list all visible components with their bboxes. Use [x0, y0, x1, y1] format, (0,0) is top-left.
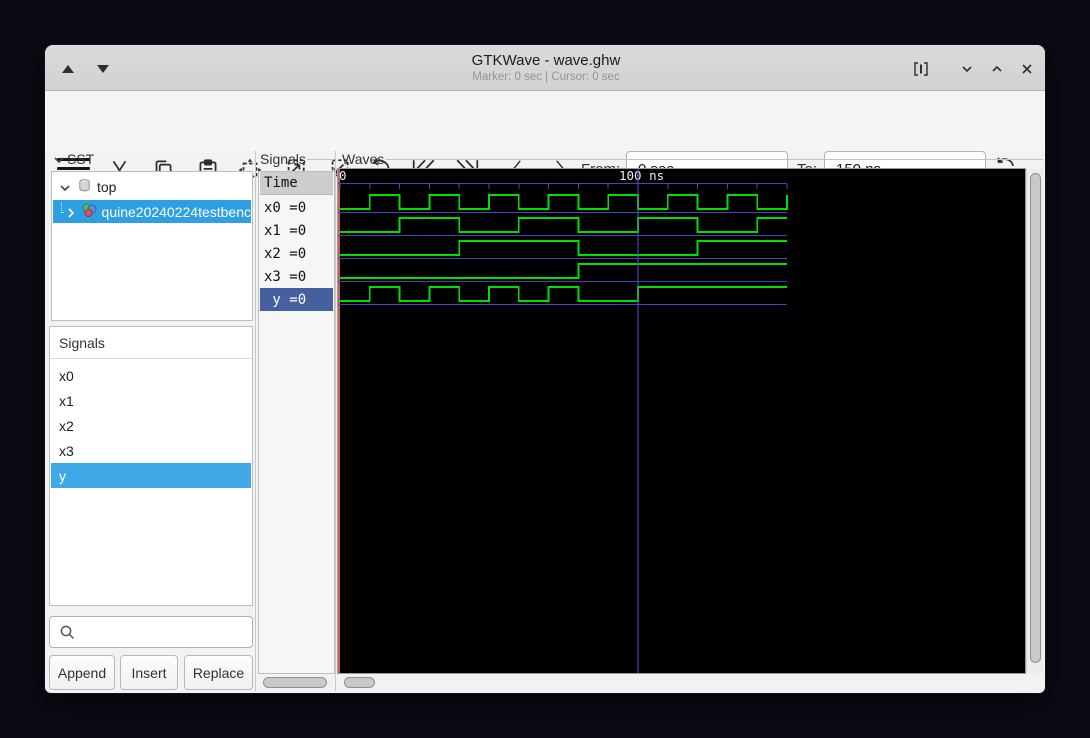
search-icon — [59, 624, 76, 646]
name-row-x2[interactable]: x2 =0 — [260, 242, 333, 265]
list-item-y-selected[interactable]: y — [51, 463, 251, 488]
insert-button[interactable]: Insert — [120, 655, 178, 690]
module-icon — [81, 202, 97, 221]
fit-icon[interactable] — [911, 59, 931, 79]
expander-closed-icon[interactable] — [65, 206, 77, 218]
list-item-x0[interactable]: x0 — [51, 363, 251, 388]
sst-label: SST — [67, 151, 95, 167]
ruler-label: 100 ns — [619, 169, 664, 183]
tree-row-top[interactable]: top — [53, 175, 251, 199]
time-column-header[interactable]: Time — [260, 172, 333, 195]
signals-facs-header: Signals — [50, 327, 252, 359]
wave-x0 — [340, 194, 788, 210]
wave-canvas[interactable]: 0 100 ns — [337, 168, 1026, 674]
wave-y — [340, 286, 787, 302]
signals-facs-panel: Signals x0 x1 x2 x3 y — [49, 326, 253, 606]
maximize-icon[interactable] — [987, 59, 1007, 79]
signal-search-field[interactable] — [49, 616, 253, 648]
minimize-icon[interactable] — [957, 59, 977, 79]
name-row-x0[interactable]: x0 =0 — [260, 196, 333, 219]
wave-x3 — [340, 263, 787, 279]
replace-button[interactable]: Replace — [184, 655, 253, 690]
titlebar: GTKWave - wave.ghw Marker: 0 sec | Curso… — [45, 45, 1045, 91]
window-title: GTKWave - wave.ghw — [471, 52, 621, 69]
toolbar: From: To: — [45, 92, 1045, 188]
sst-tree: top quine20240224testbenc — [51, 171, 253, 321]
collapse-chevron-icon — [53, 153, 65, 165]
tree-guide-line — [61, 202, 63, 213]
wave-x1 — [340, 217, 787, 233]
tree-row-selected[interactable]: quine20240224testbenc — [53, 200, 251, 223]
names-panel-header: Signals — [260, 151, 306, 167]
tree-node-label: top — [97, 179, 117, 195]
list-item-x1[interactable]: x1 — [51, 388, 251, 413]
wave-hscrollbar-thumb[interactable] — [344, 677, 375, 688]
wave-vscrollbar-track[interactable] — [1026, 169, 1043, 673]
waves-panel-header: Waves — [342, 151, 385, 167]
sst-header[interactable]: SST — [53, 150, 113, 168]
splitter-left[interactable] — [255, 151, 256, 691]
list-item-x2[interactable]: x2 — [51, 413, 251, 438]
waves-frame-line — [386, 159, 1043, 160]
append-button[interactable]: Append — [49, 655, 115, 690]
tree-node-label: quine20240224testbenc — [101, 203, 251, 220]
names-panel: Time x0 =0 x1 =0 x2 =0 x3 =0 y =0 — [258, 171, 335, 674]
splitter-right[interactable] — [335, 151, 336, 691]
names-frame-line — [307, 159, 334, 160]
list-item-x3[interactable]: x3 — [51, 438, 251, 463]
expander-open-icon[interactable] — [59, 181, 71, 193]
hierarchy-icon — [77, 178, 92, 196]
wave-x2 — [340, 240, 787, 256]
names-hscrollbar-thumb[interactable] — [263, 677, 327, 688]
gtkwave-window: GTKWave - wave.ghw Marker: 0 sec | Curso… — [44, 44, 1046, 694]
name-row-x3[interactable]: x3 =0 — [260, 265, 333, 288]
ruler-label: 0 — [339, 169, 347, 183]
wave-vscrollbar-thumb[interactable] — [1030, 173, 1041, 663]
name-row-x1[interactable]: x1 =0 — [260, 219, 333, 242]
marker-cursor-status: Marker: 0 sec | Cursor: 0 sec — [472, 71, 620, 83]
name-row-y-selected[interactable]: y =0 — [260, 288, 333, 311]
close-icon[interactable] — [1017, 59, 1037, 79]
